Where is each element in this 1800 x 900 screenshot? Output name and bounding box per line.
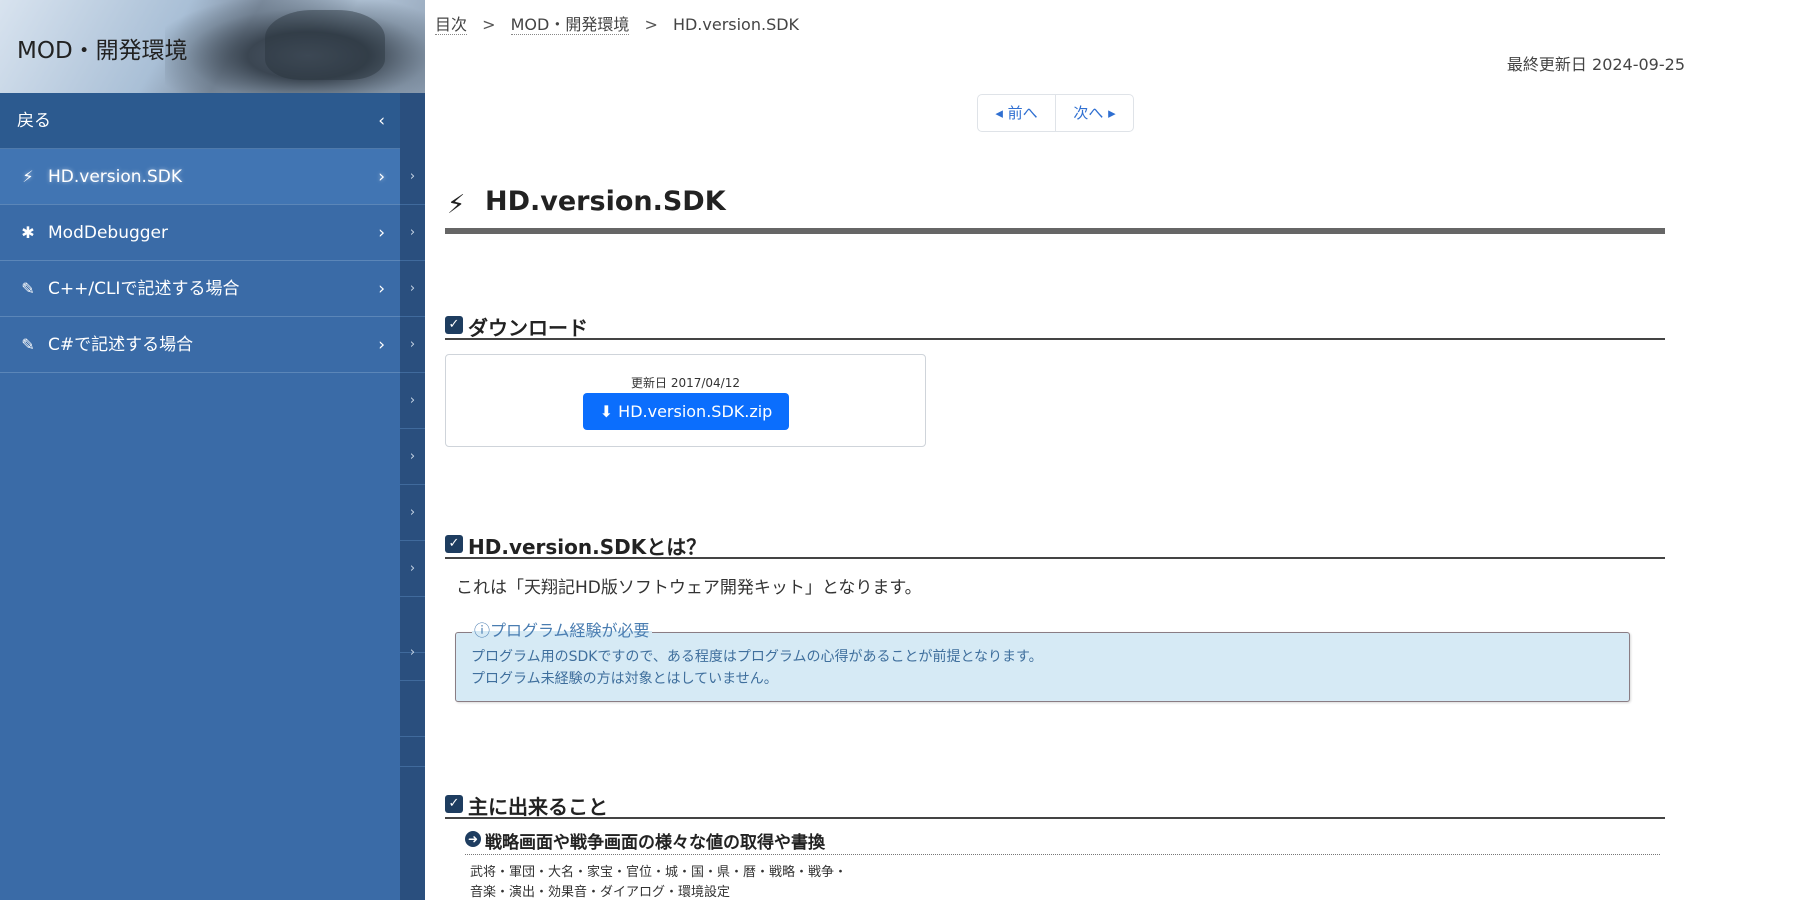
sidebar-item-cpp-cli[interactable]: ✎ C++/CLIで記述する場合 › — [0, 261, 400, 317]
sidebar-item-csharp[interactable]: ✎ C#で記述する場合 › — [0, 317, 400, 373]
sidebar-item-label: ModDebugger — [48, 223, 169, 243]
section-heading-about: ✓ HD.version.SDKとは？ — [445, 531, 1665, 559]
notice-title-text: プログラム経験が必要 — [490, 621, 650, 640]
caret-right-icon: ▸ — [1103, 104, 1116, 122]
pager: ◂ 前へ 次へ ▸ — [977, 94, 1134, 132]
rail-divider — [400, 711, 425, 767]
arrow-circle-right-icon: ➜ — [465, 831, 481, 847]
bug-icon: ✱ — [21, 223, 35, 242]
sidebar: MOD・開発環境 戻る ‹ ⚡ HD.version.SDK › ✱ ModDe… — [0, 0, 425, 900]
download-button-label: HD.version.SDK.zip — [618, 402, 773, 421]
feature-line: 音楽・演出・効果音・ダイアログ・環境設定 — [470, 885, 731, 900]
main-content: 目次 > MOD・開発環境 > HD.version.SDK 最終更新日 202… — [425, 0, 1800, 900]
edit-icon: ✎ — [21, 279, 35, 298]
breadcrumb-link-mod[interactable]: MOD・開発環境 — [510, 15, 630, 35]
feature-subheading: ➜ 戦略画面や戦争画面の様々な値の取得や書換 — [465, 828, 1660, 855]
caret-left-icon: ◂ — [995, 104, 1008, 122]
check-square-icon: ✓ — [445, 535, 463, 553]
section-heading-features: ✓ 主に出来ること — [445, 791, 1665, 819]
notice-box: ⓘプログラム経験が必要 プログラム用のSDKですので、ある程度はプログラムの心得… — [455, 621, 1630, 702]
rail-chevron-icon[interactable]: › — [400, 429, 425, 485]
section-heading-download: ✓ ダウンロード — [445, 312, 1665, 340]
check-square-icon: ✓ — [445, 795, 463, 813]
download-button[interactable]: ⬇ HD.version.SDK.zip — [583, 393, 789, 430]
sidebar-title: MOD・開発環境 — [17, 38, 188, 64]
download-box: 更新日 2017/04/12 ⬇ HD.version.SDK.zip — [445, 354, 926, 447]
section-heading-text: HD.version.SDKとは？ — [468, 535, 707, 559]
next-label: 次へ — [1073, 104, 1104, 122]
prev-label: 前へ — [1007, 104, 1038, 122]
chevron-right-icon: › — [378, 223, 385, 243]
breadcrumb: 目次 > MOD・開発環境 > HD.version.SDK — [435, 11, 799, 35]
page-title-text: HD.version.SDK — [485, 186, 726, 217]
rail-chevron-icon[interactable]: › — [400, 205, 425, 261]
rail-chevron-icon[interactable]: › — [400, 485, 425, 541]
rail-chevron-icon[interactable]: › — [400, 317, 425, 373]
breadcrumb-separator: > — [644, 15, 658, 34]
rail-chevron-icon[interactable]: › — [400, 149, 425, 205]
feature-line: 武将・軍団・大名・家宝・官位・城・国・県・暦・戦略・戦争・ — [470, 865, 848, 880]
about-text: これは「天翔記HD版ソフトウェア開発キット」となります。 — [456, 578, 922, 598]
back-button[interactable]: 戻る ‹ — [0, 93, 400, 149]
page-title: ⚡ HD.version.SDK — [445, 186, 1665, 234]
breadcrumb-link-toc[interactable]: 目次 — [435, 15, 468, 35]
rail-chevron-icon[interactable]: › — [400, 541, 425, 597]
breadcrumb-current: HD.version.SDK — [672, 15, 800, 34]
edit-icon: ✎ — [21, 335, 35, 354]
rail-chevron-icon[interactable]: › — [400, 625, 425, 681]
notice-line: プログラム未経験の方は対象とはしていません。 — [471, 671, 778, 687]
last-updated: 最終更新日 2024-09-25 — [1506, 55, 1685, 74]
next-button[interactable]: 次へ ▸ — [1056, 95, 1133, 131]
rail-chevron-icon[interactable]: › — [400, 261, 425, 317]
sidebar-item-moddebugger[interactable]: ✱ ModDebugger › — [0, 205, 400, 261]
download-icon: ⬇ — [599, 402, 619, 421]
chevron-right-icon: › — [378, 335, 385, 355]
prev-button[interactable]: ◂ 前へ — [978, 95, 1056, 131]
chevron-left-icon: ‹ — [378, 111, 385, 131]
sidebar-item-label: HD.version.SDK — [48, 167, 182, 187]
rail-chevron-icon[interactable]: › — [400, 373, 425, 429]
sidebar-header: MOD・開発環境 — [0, 0, 425, 93]
sidebar-item-hd-version-sdk[interactable]: ⚡ HD.version.SDK › — [0, 149, 400, 205]
download-date: 更新日 2017/04/12 — [631, 376, 740, 390]
feature-subheading-text: 戦略画面や戦争画面の様々な値の取得や書換 — [485, 833, 825, 853]
info-icon: ⓘ — [474, 621, 491, 640]
plug-icon: ⚡ — [22, 167, 34, 186]
back-label: 戻る — [17, 111, 51, 131]
chevron-right-icon: › — [378, 279, 385, 299]
breadcrumb-separator: > — [482, 15, 496, 34]
notice-line: プログラム用のSDKですので、ある程度はプログラムの心得があることが前提となりま… — [471, 649, 1043, 665]
sidebar-item-label: C#で記述する場合 — [48, 335, 194, 355]
section-heading-text: 主に出来ること — [468, 795, 608, 819]
plug-icon: ⚡ — [447, 190, 466, 220]
chevron-right-icon: › — [378, 167, 385, 187]
header-image-detail — [265, 10, 385, 80]
section-heading-text: ダウンロード — [468, 316, 588, 340]
check-square-icon: ✓ — [445, 316, 463, 334]
sidebar-item-label: C++/CLIで記述する場合 — [48, 279, 240, 299]
notice-title: ⓘプログラム経験が必要 — [472, 621, 652, 641]
